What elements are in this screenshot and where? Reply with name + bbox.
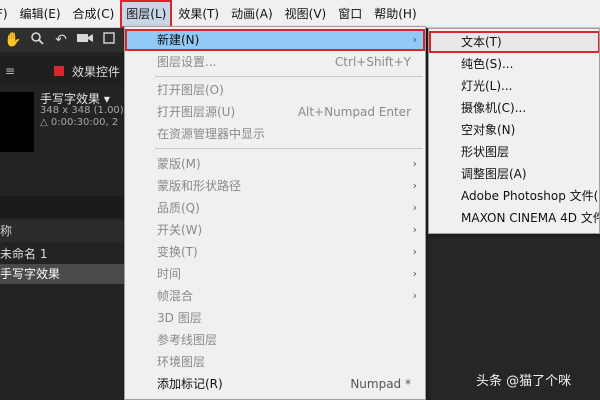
layer-menu-dropdown: 新建(N) › 图层设置... Ctrl+Shift+Y 打开图层(O) 打开图… <box>124 26 426 400</box>
project-info: 手写字效果 ▾ 348 x 348 (1.00) △ 0:00:30:00, 2 <box>0 86 125 186</box>
menu-item-mask-shape-path[interactable]: 蒙版和形状路径 › <box>125 175 425 197</box>
column-header-name[interactable]: 称 <box>0 220 125 242</box>
submenu-arrow-icon: › <box>412 245 417 258</box>
menu-separator <box>155 148 423 149</box>
menu-item-frame-blending[interactable]: 帧混合 › <box>125 285 425 307</box>
menu-separator <box>155 76 423 77</box>
toolbar: ✋ ↶ <box>0 28 125 52</box>
menu-item-guide-layer[interactable]: 参考线图层 <box>125 329 425 351</box>
menu-bar: F) 编辑(E) 合成(C) 图层(L) 效果(T) 动画(A) 视图(V) 窗… <box>0 0 600 28</box>
submenu-arrow-icon: › <box>412 201 417 214</box>
panel-empty-area <box>0 284 125 400</box>
submenu-item-photoshop-file[interactable]: Adobe Photoshop 文件(H)... <box>429 185 599 207</box>
tab-color-icon <box>54 66 64 76</box>
menu-item-environment-layer[interactable]: 环境图层 <box>125 351 425 373</box>
menu-layer[interactable]: 图层(L) <box>120 0 173 28</box>
submenu-item-light[interactable]: 灯光(L)... <box>429 75 599 97</box>
menu-item-quality[interactable]: 品质(Q) › <box>125 197 425 219</box>
submenu-arrow-icon: › <box>412 179 417 192</box>
menu-item-new[interactable]: 新建(N) › <box>125 29 425 51</box>
list-item[interactable]: 未命名 1 <box>0 244 125 264</box>
menu-item-transform[interactable]: 变换(T) › <box>125 241 425 263</box>
menu-item-open-layer-source[interactable]: 打开图层源(U) Alt+Numpad Enter <box>125 101 425 123</box>
submenu-arrow-icon: › <box>412 157 417 170</box>
menu-item-reveal-in-explorer[interactable]: 在资源管理器中显示 <box>125 123 425 145</box>
watermark-text: 头条 @猫了个咪 <box>476 374 572 389</box>
hand-icon[interactable]: ✋ <box>4 32 22 48</box>
menu-view[interactable]: 视图(V) <box>279 0 333 28</box>
panel-tab-bar: ≡ 效果控件 <box>0 56 125 86</box>
pan-behind-icon[interactable] <box>100 31 118 49</box>
comp-thumbnail <box>0 92 34 152</box>
rotate-icon[interactable]: ↶ <box>52 32 70 48</box>
menu-item-mask[interactable]: 蒙版(M) › <box>125 153 425 175</box>
submenu-item-text[interactable]: 文本(T) <box>429 31 599 53</box>
submenu-arrow-icon: › <box>412 289 417 302</box>
menu-edit[interactable]: 编辑(E) <box>14 0 67 28</box>
list-item-selected[interactable]: 手写字效果 <box>0 264 125 284</box>
menu-item-layer-settings[interactable]: 图层设置... Ctrl+Shift+Y <box>125 51 425 73</box>
menu-item-open-layer[interactable]: 打开图层(O) <box>125 79 425 101</box>
submenu-item-null-object[interactable]: 空对象(N) <box>429 119 599 141</box>
submenu-item-shape-layer[interactable]: 形状图层 <box>429 141 599 163</box>
menu-item-switches[interactable]: 开关(W) › <box>125 219 425 241</box>
submenu-item-adjustment-layer[interactable]: 调整图层(A) <box>429 163 599 185</box>
submenu-item-solid[interactable]: 纯色(S)... <box>429 53 599 75</box>
tab-effect-controls[interactable]: 效果控件 <box>72 63 120 80</box>
menu-file[interactable]: F) <box>0 0 14 28</box>
menu-effect[interactable]: 效果(T) <box>172 0 225 28</box>
comp-duration: △ 0:00:30:00, 2 <box>40 117 119 128</box>
menu-item-3d-layer[interactable]: 3D 图层 <box>125 307 425 329</box>
menu-item-add-marker[interactable]: 添加标记(R) Numpad * <box>125 373 425 395</box>
submenu-arrow-icon: › <box>412 223 417 236</box>
menu-help[interactable]: 帮助(H) <box>368 0 422 28</box>
zoom-icon[interactable] <box>28 31 46 49</box>
submenu-arrow-icon: › <box>412 33 417 46</box>
panel-menu-icon[interactable]: ≡ <box>0 64 20 78</box>
menu-animation[interactable]: 动画(A) <box>225 0 279 28</box>
menu-item-time[interactable]: 时间 › <box>125 263 425 285</box>
project-search-input[interactable] <box>0 196 125 218</box>
menu-window[interactable]: 窗口 <box>332 0 368 28</box>
camera-icon[interactable] <box>76 32 94 48</box>
menu-composition[interactable]: 合成(C) <box>67 0 121 28</box>
submenu-arrow-icon: › <box>412 267 417 280</box>
submenu-item-camera[interactable]: 摄像机(C)... <box>429 97 599 119</box>
comp-size: 348 x 348 (1.00) <box>40 105 124 116</box>
new-submenu: 文本(T) 纯色(S)... 灯光(L)... 摄像机(C)... 空对象(N)… <box>428 28 600 234</box>
submenu-item-cinema4d-file[interactable]: MAXON CINEMA 4D 文件(C)... <box>429 207 599 229</box>
